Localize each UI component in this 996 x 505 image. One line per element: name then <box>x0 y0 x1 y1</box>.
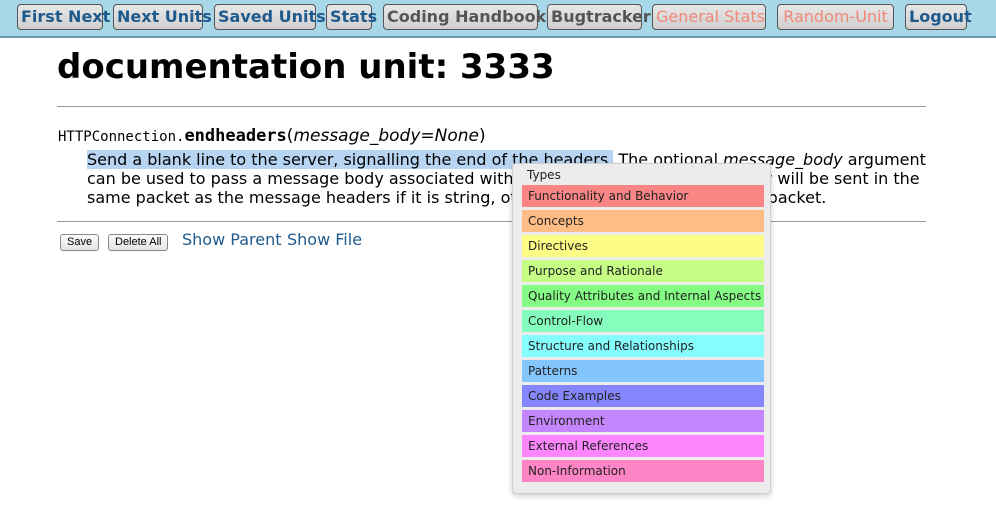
type-item-structure-and-relationships[interactable]: Structure and Relationships <box>522 335 764 357</box>
nav-random-unit-button[interactable]: Random-Unit <box>777 4 894 30</box>
page-title: documentation unit: 3333 <box>57 47 555 87</box>
type-item-patterns[interactable]: Patterns <box>522 360 764 382</box>
nav-coding-handbook-button[interactable]: Coding Handbook <box>383 4 546 30</box>
show-file-link[interactable]: Show File <box>287 230 362 250</box>
type-item-external-references[interactable]: External References <box>522 435 764 457</box>
nav-stats-button[interactable]: Stats <box>326 4 377 30</box>
type-item-functionality-and-behavior[interactable]: Functionality and Behavior <box>522 185 764 207</box>
type-item-code-examples[interactable]: Code Examples <box>522 385 764 407</box>
method-parameter: message_body=None <box>293 126 479 146</box>
type-item-environment[interactable]: Environment <box>522 410 764 432</box>
type-item-purpose-and-rationale[interactable]: Purpose and Rationale <box>522 260 764 282</box>
method-name: endheaders <box>184 126 287 146</box>
nav-bugtracker-button[interactable]: Bugtracker <box>547 4 651 30</box>
type-item-non-information[interactable]: Non-Information <box>522 460 764 482</box>
description-line-3: same packet as the message headers if it… <box>87 188 827 207</box>
show-parent-link[interactable]: Show Parent <box>182 230 281 250</box>
type-item-directives[interactable]: Directives <box>522 235 764 257</box>
divider-bottom <box>57 221 926 222</box>
divider-top <box>57 106 926 107</box>
close-paren: ) <box>478 126 486 146</box>
nav-logout-button[interactable]: Logout <box>905 4 972 30</box>
description-line-2: can be used to pass a message body assoc… <box>87 169 920 188</box>
nav-next-units-button[interactable]: Next Units <box>113 4 212 30</box>
description-text: argument <box>842 150 926 169</box>
nav-general-stats-button[interactable]: General Stats <box>652 4 766 30</box>
save-button[interactable]: Save <box>60 234 100 251</box>
nav-first-next-button[interactable]: First Next <box>17 4 110 30</box>
types-popup-menu: Types Functionality and Behavior Concept… <box>512 163 771 494</box>
class-name: HTTPConnection. <box>58 129 185 145</box>
type-item-concepts[interactable]: Concepts <box>522 210 764 232</box>
method-description[interactable]: Send a blank line to the server, signall… <box>87 150 926 207</box>
delete-all-button[interactable]: Delete All <box>108 234 169 251</box>
type-item-quality-attributes[interactable]: Quality Attributes and Internal Aspects <box>522 285 764 307</box>
method-signature: HTTPConnection.endheaders(message_body=N… <box>58 125 486 148</box>
type-item-control-flow[interactable]: Control-Flow <box>522 310 764 332</box>
top-nav-bar: First Next Next Units Saved Units Stats … <box>0 0 996 38</box>
popup-title: Types <box>527 168 561 182</box>
nav-saved-units-button[interactable]: Saved Units <box>214 4 326 30</box>
description-line-1: Send a blank line to the server, signall… <box>87 150 926 169</box>
